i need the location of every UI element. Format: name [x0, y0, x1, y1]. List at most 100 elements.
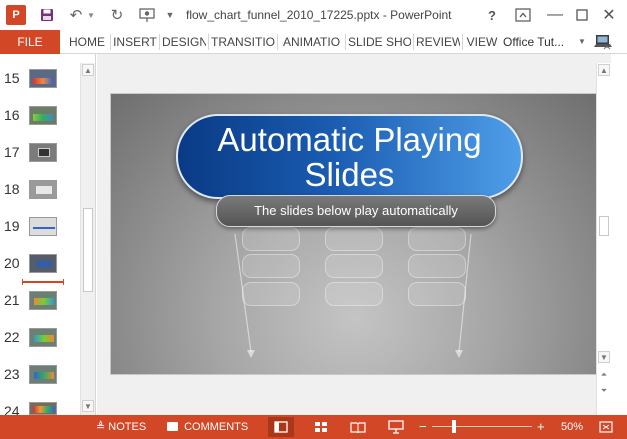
chevron-down-icon[interactable]: ▼	[578, 30, 586, 54]
present-from-start-icon	[139, 8, 155, 22]
insertion-marker	[22, 279, 64, 285]
save-button[interactable]	[38, 0, 56, 30]
zoom-in-button[interactable]: +	[537, 415, 545, 439]
customize-qat-button[interactable]: ▼	[164, 0, 176, 30]
slide-thumbnail-image	[29, 217, 57, 236]
double-chevron-up-icon: ⏶	[600, 370, 608, 379]
slide-sorter-button[interactable]	[308, 417, 334, 437]
powerpoint-logo-icon[interactable]: P	[6, 5, 26, 25]
fit-slide-button[interactable]	[593, 417, 619, 437]
arrow-down-icon: ▼	[84, 401, 92, 411]
slide-editing-area: Automatic Playing Slides The slides belo…	[97, 54, 611, 415]
slide-number: 20	[4, 255, 20, 271]
comment-icon	[167, 422, 178, 431]
redo-button[interactable]: ↻	[108, 0, 126, 30]
slide-number: 18	[4, 181, 20, 197]
present-from-start-button[interactable]	[136, 0, 158, 30]
tab-divider	[462, 34, 463, 50]
double-chevron-down-icon: ⏷	[600, 386, 608, 395]
slide-scrollbar[interactable]: ▲ ▼ ⏶ ⏷	[596, 63, 611, 415]
slide-thumbnail-image	[29, 254, 57, 273]
slide-thumbnail-image	[29, 180, 57, 199]
undo-button[interactable]: ↶	[67, 0, 85, 30]
zoom-slider-thumb[interactable]	[452, 420, 456, 433]
account-picture-icon[interactable]	[592, 33, 614, 51]
help-icon: ?	[488, 7, 496, 23]
tab-divider	[208, 34, 209, 50]
thumbnail-slide-21[interactable]: 21	[0, 287, 80, 324]
slide-number: 16	[4, 107, 20, 123]
thumbnail-slide-16[interactable]: 16	[0, 102, 80, 139]
thumbnail-slide-22[interactable]: 22	[0, 324, 80, 361]
tab-view[interactable]: VIEW	[465, 30, 499, 54]
thumbnail-slide-17[interactable]: 17	[0, 139, 80, 176]
slide-thumbnail-image	[29, 365, 57, 384]
current-slide[interactable]: Automatic Playing Slides The slides belo…	[110, 93, 599, 375]
tab-file-label: FILE	[17, 35, 43, 49]
thumbnail-slide-18[interactable]: 18	[0, 176, 80, 213]
normal-view-icon	[274, 421, 288, 433]
slide-thumbnail-image	[29, 69, 57, 88]
ribbon-tabs: FILE HOME INSERT DESIGN TRANSITIO ANIMAT…	[0, 30, 627, 54]
slide-number: 17	[4, 144, 20, 160]
tab-design[interactable]: DESIGN	[162, 30, 206, 54]
maximize-icon	[576, 9, 588, 21]
thumbnail-slide-23[interactable]: 23	[0, 361, 80, 398]
thumbnail-slide-19[interactable]: 19	[0, 213, 80, 250]
tab-insert[interactable]: INSERT	[113, 30, 157, 54]
slide-show-button[interactable]	[383, 417, 409, 437]
app-logo-letter: P	[12, 9, 20, 21]
slide-sorter-icon	[315, 422, 327, 432]
minimize-button[interactable]: —	[545, 0, 565, 30]
tab-animations[interactable]: ANIMATIO	[280, 30, 343, 54]
slide-number: 23	[4, 366, 20, 382]
zoom-slider-track[interactable]	[432, 426, 532, 427]
slide-number: 15	[4, 70, 20, 86]
ribbon-display-options-button[interactable]	[512, 0, 534, 30]
slide-title[interactable]: Automatic Playing Slides	[178, 122, 521, 192]
title-shape[interactable]: Automatic Playing Slides	[176, 114, 523, 199]
thumbnails-scrollbar[interactable]: ▲ ▼	[80, 63, 95, 415]
title-bar: P ↶ ▼ ↻ ▼ flow_chart_funnel_2010_17225.p…	[0, 0, 627, 30]
slide-thumbnail-image	[29, 106, 57, 125]
subtitle-shape[interactable]: The slides below play automatically	[216, 195, 496, 227]
tab-home[interactable]: HOME	[66, 30, 108, 54]
tab-file[interactable]: FILE	[0, 30, 60, 54]
tab-review[interactable]: REVIEW	[416, 30, 460, 54]
close-button[interactable]: ✕	[598, 0, 620, 30]
next-slide-button[interactable]: ⏷	[598, 385, 610, 397]
scroll-up-button[interactable]: ▲	[82, 64, 94, 76]
slide-thumbnail-image	[29, 291, 57, 310]
previous-slide-button[interactable]: ⏶	[598, 369, 610, 381]
arrow-down-icon: ▼	[600, 352, 608, 362]
thumbnail-slide-15[interactable]: 15	[0, 65, 80, 102]
normal-view-button[interactable]	[268, 417, 294, 437]
close-icon: ✕	[602, 7, 616, 24]
tab-divider	[345, 34, 346, 50]
tab-slide-show[interactable]: SLIDE SHO	[348, 30, 411, 54]
undo-dropdown[interactable]: ▼	[86, 0, 96, 30]
document-title: flow_chart_funnel_2010_17225.pptx - Powe…	[186, 8, 452, 22]
zoom-level[interactable]: 50%	[561, 415, 583, 439]
slide-subtitle[interactable]: The slides below play automatically	[217, 196, 495, 226]
arrow-up-icon: ▲	[84, 65, 92, 75]
tab-transitions[interactable]: TRANSITIO	[211, 30, 275, 54]
scrollbar-thumb[interactable]	[599, 216, 609, 236]
scroll-down-button[interactable]: ▼	[598, 351, 610, 363]
notes-button[interactable]: ≜ NOTES	[96, 415, 146, 439]
maximize-button[interactable]	[572, 0, 592, 30]
help-button[interactable]: ?	[482, 0, 502, 30]
zoom-out-button[interactable]: −	[419, 415, 427, 439]
undo-icon: ↶	[69, 7, 83, 24]
account-name[interactable]: Office Tut...	[503, 30, 564, 54]
comments-button[interactable]: COMMENTS	[167, 415, 248, 439]
scroll-down-button[interactable]: ▼	[82, 400, 94, 412]
minimize-icon: —	[547, 6, 563, 23]
tab-divider	[277, 34, 278, 50]
reading-view-icon	[350, 422, 366, 433]
fit-to-window-icon	[599, 421, 613, 433]
slide-number: 19	[4, 218, 20, 234]
scrollbar-thumb[interactable]	[83, 208, 93, 292]
reading-view-button[interactable]	[345, 417, 371, 437]
scroll-up-button[interactable]: ▲	[598, 64, 610, 76]
